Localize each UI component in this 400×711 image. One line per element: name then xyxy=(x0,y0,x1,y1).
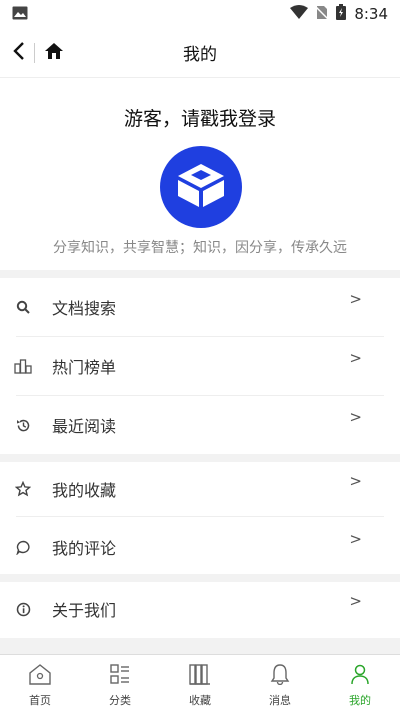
tab-label: 首页 xyxy=(29,694,51,707)
tab-favorites[interactable]: 收藏 xyxy=(160,655,240,711)
chevron-right-icon: > xyxy=(349,349,362,367)
comment-icon xyxy=(14,538,32,556)
wifi-icon xyxy=(290,5,309,23)
menu-item-label: 我的评论 xyxy=(52,539,117,558)
profile-section: 游客，请戳我登录 分享知识，共享智慧；知识，因分享，传承久远 xyxy=(0,80,400,270)
menu-item-label: 文档搜索 xyxy=(52,299,117,318)
chevron-right-icon: > xyxy=(349,592,362,610)
tab-messages[interactable]: 消息 xyxy=(240,655,320,711)
tab-mine[interactable]: 我的 xyxy=(320,655,400,711)
battery-icon xyxy=(336,4,347,24)
menu-item-hot-ranking[interactable]: 热门榜单 > xyxy=(0,337,400,395)
tab-label: 消息 xyxy=(269,694,291,707)
section-gap xyxy=(0,638,400,654)
menu-item-my-favorites[interactable]: 我的收藏 > xyxy=(0,460,400,518)
tab-label: 收藏 xyxy=(189,694,211,707)
home-button[interactable] xyxy=(42,40,66,66)
chevron-right-icon: > xyxy=(349,530,362,548)
back-button[interactable] xyxy=(8,40,30,66)
bell-icon xyxy=(269,663,291,689)
person-icon xyxy=(349,663,371,689)
box-logo-icon xyxy=(175,161,227,213)
category-icon xyxy=(109,663,131,689)
chevron-right-icon: > xyxy=(349,408,362,426)
home-icon xyxy=(28,663,52,689)
login-prompt[interactable]: 游客，请戳我登录 xyxy=(0,104,400,131)
slogan-text: 分享知识，共享智慧；知识，因分享，传承久远 xyxy=(53,240,347,256)
tab-category[interactable]: 分类 xyxy=(80,655,160,711)
image-notification-icon xyxy=(12,5,28,24)
nav-divider xyxy=(34,43,35,63)
no-sim-icon xyxy=(315,5,329,24)
info-icon xyxy=(14,600,32,618)
home-icon xyxy=(44,42,64,64)
top-nav-bar: 我的 xyxy=(0,28,400,78)
bottom-tab-bar: 首页 分类 收藏 消息 我的 xyxy=(0,654,400,711)
menu-item-label: 最近阅读 xyxy=(52,417,117,436)
avatar[interactable] xyxy=(160,146,242,228)
history-icon xyxy=(14,416,32,434)
star-icon xyxy=(14,480,32,498)
menu-item-label: 热门榜单 xyxy=(52,358,117,377)
tab-label: 分类 xyxy=(109,694,131,707)
menu-item-document-search[interactable]: 文档搜索 > xyxy=(0,278,400,336)
menu-item-recent-reading[interactable]: 最近阅读 > xyxy=(0,396,400,454)
chevron-left-icon xyxy=(13,41,25,65)
ranking-icon xyxy=(14,357,32,375)
divider xyxy=(16,516,384,517)
page-title: 我的 xyxy=(183,45,217,65)
tab-home[interactable]: 首页 xyxy=(0,655,80,711)
status-time: 8:34 xyxy=(354,5,388,23)
menu-item-my-comments[interactable]: 我的评论 > xyxy=(0,518,400,576)
search-icon xyxy=(14,298,32,316)
books-icon xyxy=(188,663,212,689)
menu-item-label: 关于我们 xyxy=(52,601,117,620)
section-gap xyxy=(0,270,400,278)
chevron-right-icon: > xyxy=(349,290,362,308)
menu-item-label: 我的收藏 xyxy=(52,481,117,500)
chevron-right-icon: > xyxy=(349,472,362,490)
status-bar: 8:34 xyxy=(0,0,400,28)
menu-item-about-us[interactable]: 关于我们 > xyxy=(0,580,400,638)
tab-label: 我的 xyxy=(349,694,371,707)
